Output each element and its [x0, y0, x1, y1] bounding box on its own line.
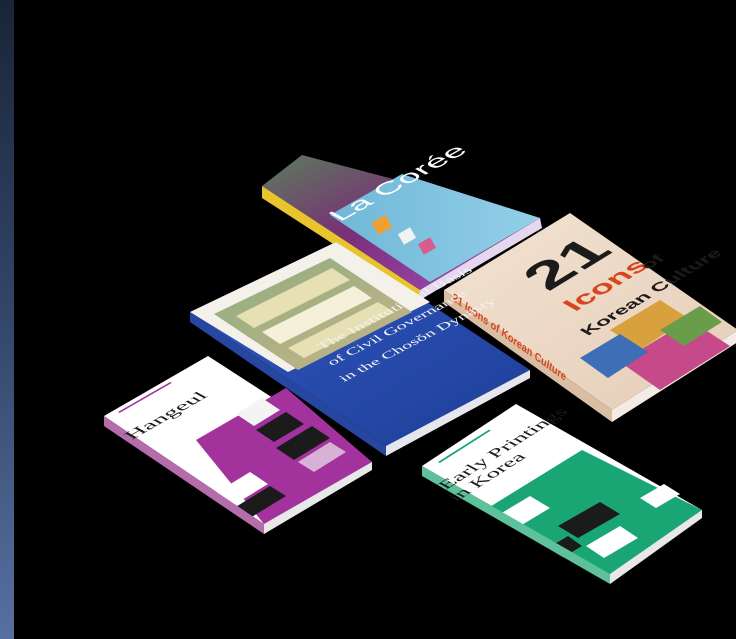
book-arrangement: La Corée 21 Icons of Korean Culture 21 I…	[104, 142, 736, 584]
